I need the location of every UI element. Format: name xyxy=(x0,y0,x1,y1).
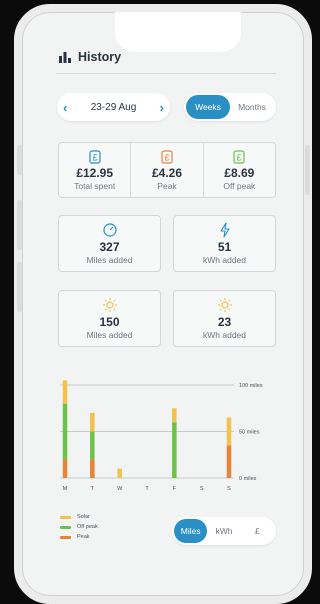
legend-item-off-peak: Off peak xyxy=(60,522,98,532)
bar-segment-solar xyxy=(90,412,95,432)
bar-segment-off-peak xyxy=(90,431,95,460)
page-header: History xyxy=(58,50,121,64)
pound-icon: £ xyxy=(233,149,245,164)
y-tick-label: 0 miles xyxy=(239,476,257,482)
bar-segment-peak xyxy=(226,445,232,478)
bar-segment-off-peak xyxy=(172,422,177,478)
kwh-added-card: 51 kWh added xyxy=(173,215,276,272)
bar-segment-solar xyxy=(117,468,122,478)
side-button xyxy=(305,145,310,195)
cost-summary-card: £ £12.95 Total spent £ £4.26 Peak £ £8.6… xyxy=(58,142,276,198)
kwh-tab[interactable]: kWh xyxy=(207,519,240,543)
bar-chart-icon xyxy=(59,52,71,63)
date-navigator: ‹ 23-29 Aug › xyxy=(57,93,170,121)
y-tick-label: 100 miles xyxy=(239,383,263,389)
svg-text:£: £ xyxy=(164,152,169,162)
sun-icon xyxy=(102,298,117,312)
bar-segment-solar xyxy=(226,417,232,446)
off-peak-swatch xyxy=(60,525,71,529)
legend-item-peak: Peak xyxy=(60,532,98,542)
weeks-tab[interactable]: Weeks xyxy=(186,95,230,119)
x-tick-label: W xyxy=(117,486,123,492)
date-range: 23-29 Aug xyxy=(90,101,137,113)
page-title: History xyxy=(78,50,122,64)
solar-miles-card: 150 Miles added xyxy=(58,290,161,347)
total-spent-cell: £ £12.95 Total spent xyxy=(59,143,130,197)
pound-tab[interactable]: £ xyxy=(241,519,274,543)
solar-kwh-value: 23 xyxy=(217,315,232,329)
peak-cell: £ £4.26 Peak xyxy=(130,143,202,197)
legend-label: Off peak xyxy=(77,524,98,530)
bar-segment-peak xyxy=(90,459,95,478)
bar-segment-off-peak xyxy=(62,403,68,460)
side-button xyxy=(17,145,22,175)
total-spent-label: Total spent xyxy=(74,180,116,191)
bar-segment-solar xyxy=(62,380,68,404)
phone-notch xyxy=(115,12,241,52)
bar-segment-peak xyxy=(62,459,68,478)
solar-kwh-card: 23 kWh added xyxy=(173,290,276,347)
solar-swatch xyxy=(60,515,71,519)
legend-item-solar: Solar xyxy=(60,512,98,522)
off-peak-cell: £ £8.69 Off peak xyxy=(202,143,275,197)
y-tick-label: 50 miles xyxy=(239,430,260,436)
solar-miles-label: Miles added xyxy=(86,330,133,340)
total-spent-value: £12.95 xyxy=(76,165,114,180)
peak-swatch xyxy=(60,535,71,539)
peak-label: Peak xyxy=(157,180,177,191)
x-tick-label: T xyxy=(145,486,149,492)
miles-added-value: 327 xyxy=(99,240,120,254)
weekly-usage-chart: 0 miles 50 miles 100 miles M T W T F S S xyxy=(60,380,263,492)
legend-label: Peak xyxy=(77,534,90,540)
legend-label: Solar xyxy=(77,514,90,520)
off-peak-value: £8.69 xyxy=(224,165,255,180)
side-button xyxy=(17,262,22,312)
x-tick-label: M xyxy=(63,486,68,492)
solar-miles-value: 150 xyxy=(99,315,120,329)
peak-value: £4.26 xyxy=(151,165,182,180)
x-tick-label: T xyxy=(91,486,95,492)
miles-added-label: Miles added xyxy=(86,255,133,265)
x-tick-label: S xyxy=(200,486,204,492)
miles-added-card: 327 Miles added xyxy=(58,215,161,272)
sun-icon xyxy=(217,298,232,312)
prev-week-button[interactable]: ‹ xyxy=(63,100,67,115)
gauge-icon xyxy=(102,223,117,237)
months-tab[interactable]: Months xyxy=(230,95,274,119)
side-button xyxy=(17,200,22,250)
kwh-added-value: 51 xyxy=(217,240,232,254)
miles-tab[interactable]: Miles xyxy=(174,519,208,543)
x-tick-label: S xyxy=(227,486,231,492)
kwh-added-label: kWh added xyxy=(203,255,246,265)
svg-text:£: £ xyxy=(237,152,242,162)
svg-text:£: £ xyxy=(92,152,97,162)
header-divider xyxy=(56,73,276,74)
solar-kwh-label: kWh added xyxy=(203,330,246,340)
next-week-button[interactable]: › xyxy=(160,100,164,115)
chart-legend: Solar Off peak Peak xyxy=(60,512,98,542)
pound-icon: £ xyxy=(89,149,101,164)
off-peak-label: Off peak xyxy=(223,180,256,191)
period-toggle: Weeks Months xyxy=(184,93,276,121)
x-tick-label: F xyxy=(173,486,177,492)
bar-segment-solar xyxy=(172,408,177,423)
unit-toggle: Miles kWh £ xyxy=(172,517,276,545)
lightning-icon xyxy=(219,222,230,238)
pound-icon: £ xyxy=(161,149,173,164)
